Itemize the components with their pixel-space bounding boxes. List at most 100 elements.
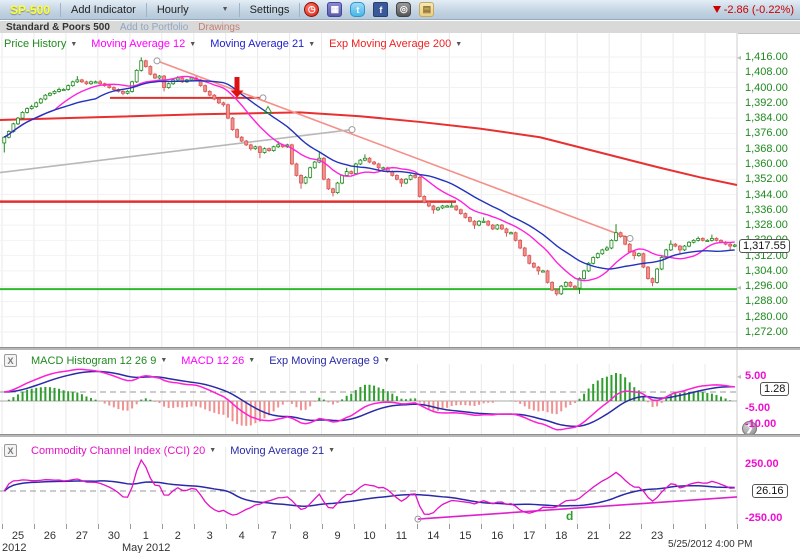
date-tick <box>545 524 546 529</box>
price-tick-label: 1,368.00 <box>745 143 788 155</box>
toolbar-icon-group: ◷ ▦ t f ◎ ▤ <box>304 2 434 17</box>
price-tick-label: 1,344.00 <box>745 189 788 201</box>
change-text: -2.86 (-0.22%) <box>724 4 794 16</box>
date-label: 27 <box>67 530 97 542</box>
date-label: 3 <box>195 530 225 542</box>
legend-label: Commodity Channel Index (CCI) 20 <box>31 445 205 457</box>
price-tick-label: 1,288.00 <box>745 295 788 307</box>
chevron-down-icon: ▼ <box>222 6 229 13</box>
date-tick <box>258 524 259 529</box>
date-tick <box>449 524 450 529</box>
date-label: 30 <box>99 530 129 542</box>
cci-legend: X Commodity Channel Index (CCI) 20 ▼ Movi… <box>4 444 335 457</box>
legend-macd-signal[interactable]: Exp Moving Average 9▼ <box>269 355 390 367</box>
date-tick <box>577 524 578 529</box>
macd-legend: X MACD Histogram 12 26 9▼ MACD 12 26 ▼ Ex… <box>4 354 390 367</box>
price-tick-label: 1,336.00 <box>745 204 788 216</box>
legend-label: Moving Average 21 <box>230 445 324 457</box>
cci-tick-label: 250.00 <box>745 458 779 470</box>
date-tick <box>641 524 642 529</box>
symbol-full-name: Standard & Poors 500 <box>6 22 110 33</box>
date-label: 16 <box>482 530 512 542</box>
chevron-down-icon: ▼ <box>248 357 255 364</box>
legend-price-history[interactable]: Price History ▼ <box>4 38 77 50</box>
chevron-down-icon: ▼ <box>70 41 77 48</box>
legend-ma21[interactable]: Moving Average 21▼ <box>210 38 315 50</box>
drawing-handle <box>154 58 160 64</box>
camera-icon[interactable]: ◎ <box>396 2 411 17</box>
macd-value-badge: 1.28 <box>760 382 789 396</box>
price-tick-label: 1,384.00 <box>745 112 788 124</box>
date-tick <box>98 524 99 529</box>
date-tick <box>66 524 67 529</box>
legend-ma12[interactable]: Moving Average 12▼ <box>91 38 196 50</box>
date-tick <box>322 524 323 529</box>
drawn-trendline <box>0 130 352 173</box>
legend-ema200[interactable]: Exp Moving Average 200▼ <box>329 38 462 50</box>
date-tick <box>162 524 163 529</box>
close-icon[interactable]: X <box>4 444 17 457</box>
price-change-indicator: -2.86 (-0.22%) <box>713 4 800 16</box>
date-tick <box>34 524 35 529</box>
macd-tick-label: 5.00 <box>745 370 766 382</box>
price-tick-label: 1,376.00 <box>745 127 788 139</box>
grid <box>0 33 737 347</box>
close-icon[interactable]: X <box>4 354 17 367</box>
top-toolbar: SP-500 Add Indicator Hourly ▼ Settings ◷… <box>0 0 800 20</box>
price-tick-label: 1,408.00 <box>745 66 788 78</box>
date-tick <box>2 524 3 529</box>
date-label: 2 <box>163 530 193 542</box>
date-label: 18 <box>546 530 576 542</box>
candles <box>3 57 736 295</box>
axis-marker-icon: ◂ <box>737 53 741 62</box>
date-label: 8 <box>291 530 321 542</box>
price-tick-label: 1,272.00 <box>745 326 788 338</box>
facebook-icon[interactable]: f <box>373 2 388 17</box>
date-tick <box>354 524 355 529</box>
date-tick <box>194 524 195 529</box>
alarm-icon[interactable]: ◷ <box>304 2 319 17</box>
date-tick <box>481 524 482 529</box>
legend-label: MACD 12 26 <box>181 355 244 367</box>
legend-label: Price History <box>4 38 66 50</box>
legend-cci[interactable]: Commodity Channel Index (CCI) 20 ▼ <box>31 445 216 457</box>
month-label: 2012 <box>2 542 26 553</box>
date-label: 15 <box>450 530 480 542</box>
date-label: 1 <box>131 530 161 542</box>
twitter-icon[interactable]: t <box>350 2 365 17</box>
date-label: 7 <box>259 530 289 542</box>
price-tick-label: 1,416.00 <box>745 51 788 63</box>
symbol-label[interactable]: SP-500 <box>0 0 60 20</box>
month-label: May 2012 <box>122 542 170 553</box>
legend-label: Exp Moving Average 200 <box>329 38 451 50</box>
add-to-portfolio-link[interactable]: Add to Portfolio <box>120 22 188 33</box>
cci-annotation-text: d <box>566 509 573 523</box>
legend-macd-histogram[interactable]: MACD Histogram 12 26 9▼ <box>31 355 167 367</box>
film-icon[interactable]: ▦ <box>327 2 342 17</box>
date-label: 26 <box>35 530 65 542</box>
settings-label: Settings <box>250 4 290 16</box>
settings-button[interactable]: Settings <box>240 0 300 20</box>
chevron-down-icon: ▼ <box>209 447 216 454</box>
date-tick <box>417 524 418 529</box>
notes-icon[interactable]: ▤ <box>419 2 434 17</box>
add-indicator-button[interactable]: Add Indicator <box>61 0 146 20</box>
ma12-line <box>4 76 734 280</box>
legend-cci-ma[interactable]: Moving Average 21▼ <box>230 445 335 457</box>
date-label: 14 <box>418 530 448 542</box>
price-tick-label: 1,360.00 <box>745 158 788 170</box>
price-legend: Price History ▼ Moving Average 12▼ Moving… <box>4 38 462 50</box>
timeframe-value: Hourly <box>157 4 189 16</box>
legend-label: Moving Average 21 <box>210 38 304 50</box>
drawings-link[interactable]: Drawings <box>198 22 240 33</box>
price-chart-canvas[interactable] <box>0 33 738 347</box>
price-tick-label: 1,328.00 <box>745 219 788 231</box>
legend-label: MACD Histogram 12 26 9 <box>31 355 156 367</box>
date-label: 11 <box>386 530 416 542</box>
date-label: 22 <box>610 530 640 542</box>
legend-macd[interactable]: MACD 12 26 ▼ <box>181 355 255 367</box>
timeframe-select[interactable]: Hourly ▼ <box>147 0 239 20</box>
date-tick <box>130 524 131 529</box>
macd-tick-label: -5.00 <box>745 402 770 414</box>
date-tick <box>673 524 674 529</box>
